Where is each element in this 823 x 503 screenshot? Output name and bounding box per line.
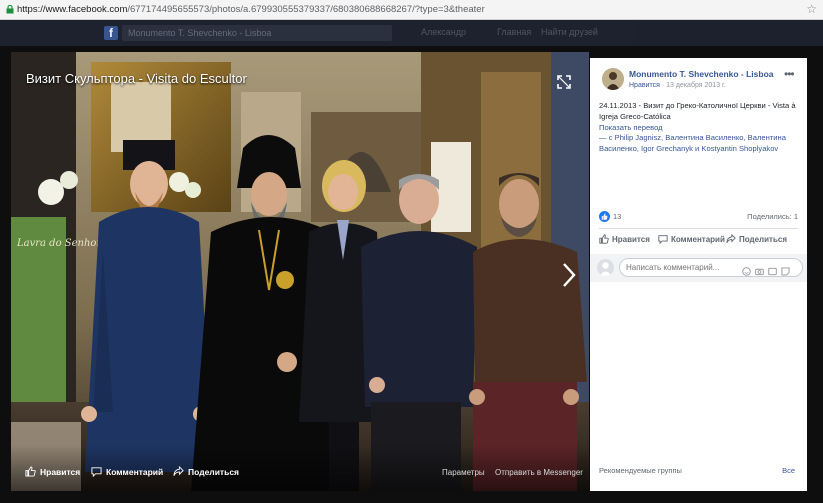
tagged-people: — с Philip Jagnisz, Валентина Василенко,… (599, 133, 802, 155)
lock-icon (6, 5, 14, 14)
photo-comment-button[interactable]: Комментарий (91, 466, 163, 477)
camera-icon[interactable] (755, 263, 764, 276)
url-text[interactable]: https://www.facebook.com/677174495655573… (17, 4, 485, 15)
nav-find-friends[interactable]: Найти друзей (541, 27, 598, 37)
post-like-button[interactable]: Нравится (599, 234, 650, 244)
next-arrow-icon[interactable] (561, 262, 577, 288)
banner-text: Lavra do Senhor (16, 238, 102, 249)
shares-count[interactable]: Поделились: 1 (747, 212, 798, 221)
post-date[interactable]: 13 декабря 2013 г. (666, 82, 726, 89)
like-icon (599, 234, 609, 244)
post-actions: Нравится Комментарий Поделиться (599, 234, 804, 248)
photo-share-label: Поделиться (188, 466, 240, 477)
comment-icon (658, 235, 668, 244)
page-name-link[interactable]: Monumento T. Shevchenko - Lisboa (629, 69, 774, 79)
comment-tools (742, 263, 790, 276)
like-page-link[interactable]: Нравится (629, 82, 660, 89)
url-path: /677174495655573/photos/a.67993055537933… (127, 4, 485, 15)
post-body: 24.11.2013 - Визит до Греко-Католичної Ц… (599, 101, 802, 155)
like-reaction-icon[interactable] (599, 211, 610, 222)
emoji-icon[interactable] (742, 263, 751, 276)
url-domain: https://www.facebook.com (17, 4, 128, 15)
photo-action-bar: Нравится Комментарий Поделиться Параметр… (11, 445, 589, 491)
avatar[interactable] (602, 68, 624, 90)
facebook-logo[interactable]: f (104, 26, 118, 40)
photo-options-link[interactable]: Параметры (442, 468, 485, 477)
comment-icon (91, 467, 102, 477)
share-icon (173, 466, 184, 476)
star-icon[interactable]: ☆ (806, 2, 817, 16)
divider (599, 228, 798, 229)
post-sidebar: Monumento T. Shevchenko - Lisboa Нравитс… (590, 58, 807, 491)
translate-link[interactable]: Показать перевод (599, 123, 802, 134)
post-share-button[interactable]: Поделиться (726, 234, 787, 244)
share-icon (726, 234, 736, 243)
more-icon[interactable]: ••• (784, 67, 795, 81)
sticker-icon[interactable] (781, 263, 790, 276)
nav-profile[interactable]: Александр (421, 27, 466, 37)
post-comment-button[interactable]: Комментарий (658, 234, 725, 244)
photo-like-label: Нравится (40, 466, 81, 477)
reactions-row: 13 Поделились: 1 (599, 211, 798, 223)
nav-home[interactable]: Главная (497, 27, 531, 37)
post-comment-label: Комментарий (671, 234, 725, 244)
post-header: Monumento T. Shevchenko - Lisboa Нравитс… (590, 58, 807, 98)
photo-share-button[interactable]: Поделиться (173, 466, 239, 477)
expand-icon[interactable] (556, 74, 572, 90)
photo-like-button[interactable]: Нравится (25, 466, 80, 477)
gif-icon[interactable] (768, 263, 777, 276)
facebook-top-bar: f Monumento T. Shevchenko - Lisboa Алекс… (0, 20, 823, 46)
post-meta: Нравится · 13 декабря 2013 г. (629, 82, 726, 89)
browser-url-bar[interactable]: https://www.facebook.com/677174495655573… (0, 0, 823, 20)
send-messenger-link[interactable]: Отправить в Messenger (495, 468, 583, 477)
tags-prefix: — с (599, 133, 615, 143)
recommended-groups-heading: Рекомендуемые группы (599, 466, 682, 475)
user-avatar (597, 259, 614, 276)
photo-image[interactable]: Lavra do Senhor (11, 52, 589, 491)
photo-comment-label: Комментарий (106, 466, 164, 477)
photo-album-title: Визит Скульптора - Visita do Escultor (26, 71, 247, 86)
post-share-label: Поделиться (739, 234, 788, 244)
comment-composer (590, 254, 807, 282)
like-icon (25, 466, 36, 477)
post-like-label: Нравится (612, 234, 650, 244)
tags-list[interactable]: Philip Jagnisz, Валентина Василенко, Вал… (599, 133, 786, 153)
photo-viewer: Lavra do Senhor Визит Скульптора - Visit… (11, 52, 589, 491)
search-input[interactable]: Monumento T. Shevchenko - Lisboa (122, 25, 392, 41)
like-count[interactable]: 13 (613, 212, 621, 221)
see-all-link[interactable]: Все (782, 466, 795, 475)
post-text: 24.11.2013 - Визит до Греко-Католичної Ц… (599, 101, 796, 121)
